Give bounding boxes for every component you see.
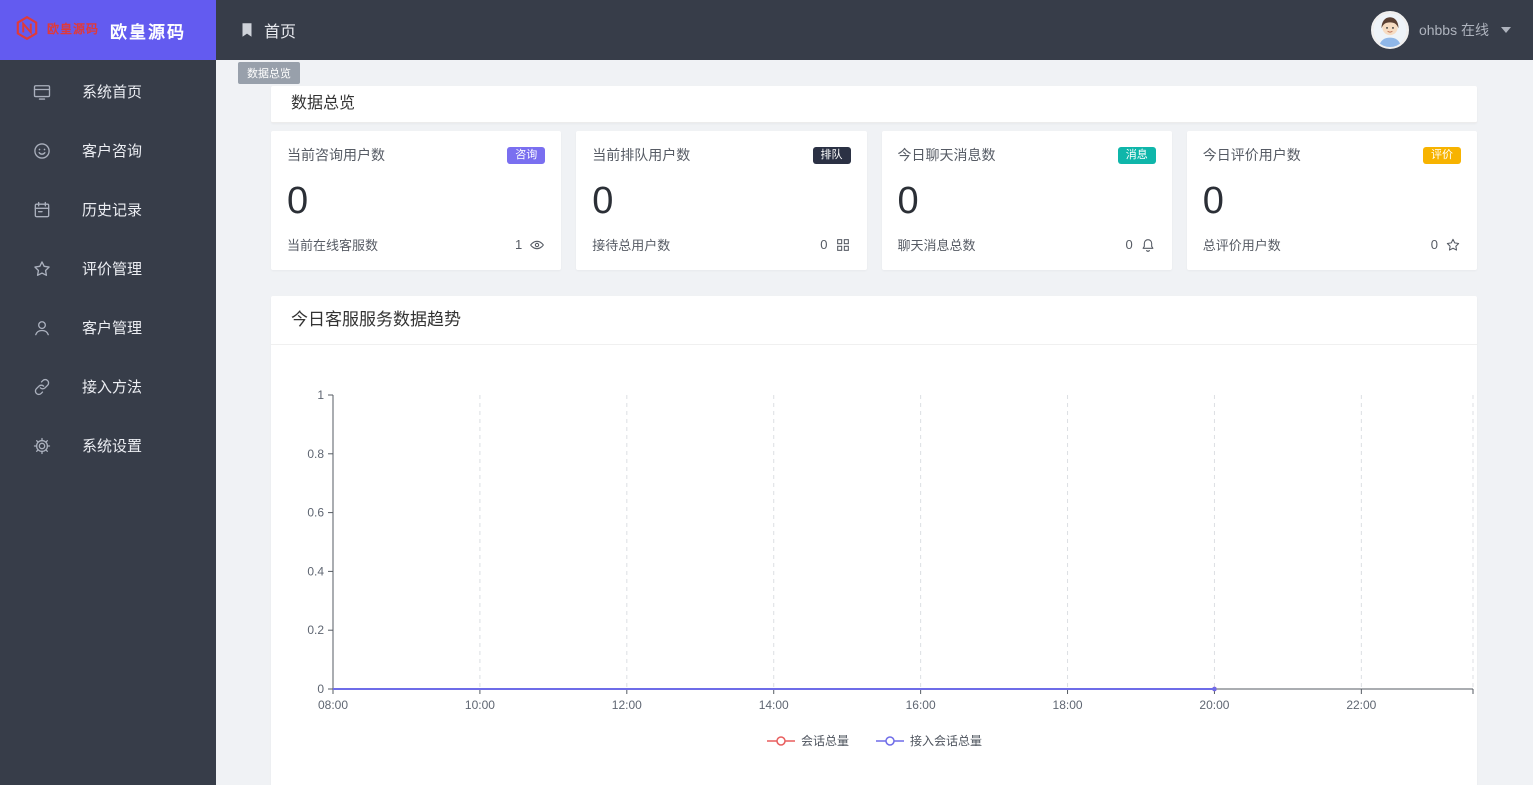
stat-card-messages: 今日聊天消息数 消息 0 聊天消息总数 0 <box>881 131 1172 270</box>
sidebar-item-label: 系统设置 <box>82 438 143 455</box>
link-icon <box>32 377 52 397</box>
chart-header: 今日客服服务数据趋势 <box>271 296 1477 345</box>
user-menu[interactable]: ohbbs 在线 <box>1370 11 1511 49</box>
status-badge: 消息 <box>1117 146 1156 164</box>
status-badge: 排队 <box>812 146 851 164</box>
stat-sub-label: 当前在线客服数 <box>287 238 379 253</box>
stat-card-queue: 当前排队用户数 排队 0 接待总用户数 0 <box>576 131 867 270</box>
svg-text:08:00: 08:00 <box>318 698 348 712</box>
svg-text:0.6: 0.6 <box>307 506 324 520</box>
sidebar-item-label: 接入方法 <box>82 379 143 396</box>
main-content: 数据总览 数据总览 当前咨询用户数 咨询 0 当前在线客服数 1 当前排队用户数… <box>216 60 1533 785</box>
status-badge: 咨询 <box>507 146 546 164</box>
logo[interactable]: 欧皇源码 欧皇源码 <box>0 0 216 60</box>
grid-icon <box>835 237 851 253</box>
overview-panel-header: 数据总览 <box>271 86 1477 123</box>
svg-text:0.2: 0.2 <box>307 623 324 637</box>
svg-text:22:00: 22:00 <box>1346 698 1376 712</box>
stat-value: 0 <box>897 180 919 222</box>
sidebar-item-label: 历史记录 <box>82 202 143 219</box>
legend-label: 会话总量 <box>800 734 849 748</box>
sidebar-item-home[interactable]: 系统首页 <box>0 62 216 121</box>
tag-active[interactable]: 数据总览 <box>238 62 300 84</box>
svg-text:0.4: 0.4 <box>307 564 324 578</box>
legend-marker-icon <box>876 735 904 746</box>
calendar-icon <box>32 200 52 220</box>
chart-title: 今日客服服务数据趋势 <box>291 310 461 329</box>
svg-text:10:00: 10:00 <box>465 698 495 712</box>
sidebar-item-review[interactable]: 评价管理 <box>0 239 216 298</box>
sidebar-item-consult[interactable]: 客户咨询 <box>0 121 216 180</box>
stat-sub-value: 0 <box>820 237 828 252</box>
star-icon <box>1445 237 1461 253</box>
stat-sub-label: 聊天消息总数 <box>897 238 976 253</box>
sidebar-item-history[interactable]: 历史记录 <box>0 180 216 239</box>
stat-value: 0 <box>287 180 309 222</box>
stat-card-consulting: 当前咨询用户数 咨询 0 当前在线客服数 1 <box>271 131 562 270</box>
legend-item-1[interactable]: 接入会话总量 <box>875 732 982 749</box>
stat-sub-label: 总评价用户数 <box>1202 238 1281 253</box>
stat-card-title: 当前咨询用户数 <box>287 147 385 163</box>
svg-text:0: 0 <box>317 682 324 696</box>
gear-icon <box>32 436 52 456</box>
stat-sub-value: 0 <box>1125 237 1133 252</box>
legend-item-0[interactable]: 会话总量 <box>766 732 849 749</box>
stat-card-title: 今日聊天消息数 <box>897 147 996 163</box>
chart-legend: 会话总量 接入会话总量 <box>271 732 1477 749</box>
logo-brand-text: 欧皇源码 <box>110 22 186 42</box>
svg-text:16:00: 16:00 <box>906 698 936 712</box>
brand-icon <box>14 15 40 46</box>
stat-sub-value: 1 <box>515 237 523 252</box>
bell-icon <box>1140 237 1156 253</box>
chevron-down-icon <box>1501 27 1511 33</box>
status-badge: 评价 <box>1423 146 1461 164</box>
svg-text:12:00: 12:00 <box>612 698 642 712</box>
bookmark-icon <box>242 23 252 37</box>
user-name: ohbbs 在线 <box>1418 22 1489 38</box>
stat-card-title: 当前排队用户数 <box>592 147 691 163</box>
logo-mark-text: 欧皇源码 <box>47 22 100 37</box>
svg-text:14:00: 14:00 <box>759 698 789 712</box>
svg-text:1: 1 <box>317 388 324 402</box>
sidebar-item-customers[interactable]: 客户管理 <box>0 298 216 357</box>
stat-sub-value: 0 <box>1430 237 1438 252</box>
star-icon <box>32 259 52 279</box>
svg-text:18:00: 18:00 <box>1053 698 1083 712</box>
sidebar-item-label: 客户管理 <box>82 320 143 337</box>
sidebar-item-access[interactable]: 接入方法 <box>0 357 216 416</box>
sidebar: 欧皇源码 欧皇源码 系统首页 客户咨询 历史记录 评价管理 客户管理 接入方法 … <box>0 0 216 785</box>
chat-smile-icon <box>32 141 52 161</box>
stat-card-title: 今日评价用户数 <box>1202 147 1301 163</box>
stat-cards: 当前咨询用户数 咨询 0 当前在线客服数 1 当前排队用户数 排队 0 接待总用… <box>271 131 1477 270</box>
sidebar-item-settings[interactable]: 系统设置 <box>0 416 216 475</box>
monitor-icon <box>32 82 52 102</box>
trend-line-chart: 0 0.2 0.4 0.6 0.8 1 08:00 10:00 12:00 14:00 16:00 1… <box>307 388 1474 712</box>
sidebar-item-label: 客户咨询 <box>82 143 143 160</box>
stat-sub-label: 接待总用户数 <box>592 238 671 253</box>
nav-home[interactable]: 首页 <box>238 18 296 42</box>
eye-icon <box>529 237 545 253</box>
topbar: 首页 ohbbs 在线 <box>216 0 1533 60</box>
chart-body: 0 0.2 0.4 0.6 0.8 1 08:00 10:00 12:00 14:00 16:00 1… <box>271 345 1477 749</box>
avatar <box>1370 11 1409 49</box>
legend-marker-icon <box>766 735 795 746</box>
page-section-title: 数据总览 <box>291 95 356 112</box>
stat-value: 0 <box>592 180 614 222</box>
stat-value: 0 <box>1202 180 1224 222</box>
user-icon <box>32 318 52 338</box>
svg-text:0.8: 0.8 <box>307 447 324 461</box>
nav-home-label: 首页 <box>264 24 297 41</box>
sidebar-item-label: 系统首页 <box>82 84 143 101</box>
content: 数据总览 当前咨询用户数 咨询 0 当前在线客服数 1 当前排队用户数 排队 0… <box>216 60 1533 785</box>
svg-text:20:00: 20:00 <box>1199 698 1229 712</box>
legend-label: 接入会话总量 <box>910 734 983 748</box>
sidebar-nav: 系统首页 客户咨询 历史记录 评价管理 客户管理 接入方法 系统设置 <box>0 60 216 475</box>
trend-chart-panel: 今日客服服务数据趋势 0 0.2 0.4 0.6 0.8 1 08:00 10:00 12:00… <box>271 296 1477 785</box>
stat-card-reviews: 今日评价用户数 评价 0 总评价用户数 0 <box>1186 131 1477 270</box>
sidebar-item-label: 评价管理 <box>82 261 143 278</box>
